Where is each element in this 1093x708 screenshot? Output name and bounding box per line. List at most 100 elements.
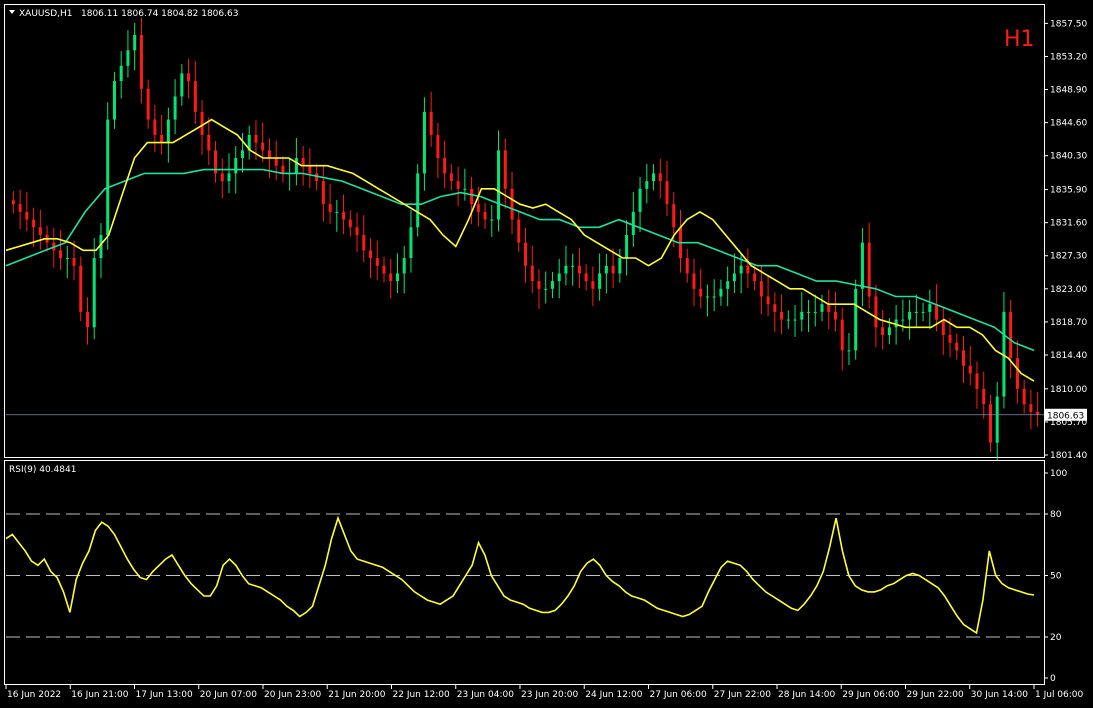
current-price-label: 1806.63 bbox=[1047, 411, 1084, 421]
candle-body bbox=[530, 265, 534, 282]
candle-body bbox=[173, 96, 177, 120]
candle-body bbox=[267, 150, 271, 159]
candle-body bbox=[59, 250, 63, 259]
candle-body bbox=[968, 365, 972, 374]
candle-body bbox=[988, 404, 992, 443]
candle-body bbox=[301, 158, 305, 166]
candle-body bbox=[962, 350, 966, 366]
candle-body bbox=[321, 181, 325, 205]
candle-body bbox=[18, 204, 22, 212]
candle-body bbox=[126, 50, 130, 66]
candle-body bbox=[436, 134, 440, 159]
candle-body bbox=[658, 173, 662, 182]
price-tick-label: 1835.90 bbox=[1050, 186, 1087, 196]
candle-body bbox=[591, 281, 595, 289]
candle-body bbox=[193, 81, 197, 112]
candle-body bbox=[25, 211, 29, 220]
candle-body bbox=[672, 204, 676, 228]
candle-body bbox=[112, 81, 116, 120]
candle-body bbox=[32, 219, 36, 228]
candle-body bbox=[389, 273, 393, 282]
candle-body bbox=[409, 227, 413, 259]
candle-body bbox=[200, 111, 204, 135]
candle-body bbox=[652, 173, 656, 182]
candle-body bbox=[753, 273, 757, 282]
candle-body bbox=[106, 119, 110, 235]
candle-body bbox=[941, 319, 945, 335]
candle-body bbox=[564, 265, 568, 274]
candle-body bbox=[766, 296, 770, 305]
candle-body bbox=[820, 304, 824, 312]
candle-body bbox=[685, 258, 689, 274]
candle-body bbox=[928, 304, 932, 312]
price-axis: 1857.50 1853.20 1848.90 1844.60 1840.30 1835.… bbox=[1044, 19, 1087, 461]
time-tick-label: 29 Jun 22:00 bbox=[907, 690, 964, 700]
trading-chart[interactable]: 1857.50 1853.20 1848.90 1844.60 1840.30 1835.… bbox=[0, 0, 1093, 708]
candle-body bbox=[571, 265, 575, 267]
candle-body bbox=[517, 219, 521, 243]
candle-body bbox=[732, 273, 736, 282]
candle-body bbox=[611, 265, 615, 274]
candle-body bbox=[456, 181, 460, 189]
time-tick-label: 1 Jul 06:00 bbox=[1035, 690, 1084, 700]
candle-body bbox=[914, 311, 918, 313]
candle-body bbox=[887, 327, 891, 335]
rsi-tick-label: 20 bbox=[1050, 633, 1062, 643]
candle-body bbox=[72, 258, 76, 266]
candle-body bbox=[550, 281, 554, 289]
candle-body bbox=[935, 304, 939, 320]
candle-body bbox=[800, 311, 804, 320]
candle-body bbox=[665, 181, 669, 205]
time-tick-label: 22 Jun 12:00 bbox=[393, 690, 450, 700]
candle-body bbox=[712, 296, 716, 298]
symbol-label: XAUUSD,H1 bbox=[19, 9, 73, 19]
time-tick-label: 23 Jun 04:00 bbox=[457, 690, 514, 700]
candle-body bbox=[746, 265, 750, 274]
price-tick-label: 1840.30 bbox=[1050, 152, 1087, 162]
candle-body bbox=[38, 227, 42, 235]
candle-body bbox=[416, 173, 420, 228]
candle-body bbox=[11, 200, 15, 205]
candle-body bbox=[315, 173, 319, 182]
candle-body bbox=[759, 281, 763, 297]
candle-body bbox=[780, 311, 784, 320]
candle-body bbox=[207, 134, 211, 151]
price-tick-label: 1844.60 bbox=[1050, 119, 1087, 129]
candle-body bbox=[402, 258, 406, 274]
rsi-tick-label: 80 bbox=[1050, 510, 1062, 520]
price-tick-label: 1823.00 bbox=[1050, 285, 1087, 295]
candle-body bbox=[908, 311, 912, 320]
candle-body bbox=[982, 388, 986, 405]
candle-body bbox=[692, 273, 696, 289]
candle-body bbox=[483, 211, 487, 220]
candle-body bbox=[975, 373, 979, 389]
candle-body bbox=[227, 173, 231, 182]
time-tick-label: 21 Jun 20:00 bbox=[328, 690, 385, 700]
candle-body bbox=[537, 281, 541, 289]
candle-body bbox=[274, 158, 278, 166]
candle-body bbox=[638, 188, 642, 212]
candle-body bbox=[726, 281, 730, 289]
candle-body bbox=[598, 273, 602, 289]
time-tick-label: 20 Jun 07:00 bbox=[200, 690, 257, 700]
candle-body bbox=[429, 111, 433, 135]
candle-body bbox=[510, 188, 514, 220]
rsi-panel-frame bbox=[4, 460, 1045, 685]
candle-body bbox=[220, 173, 224, 182]
time-tick-label: 27 Jun 22:00 bbox=[714, 690, 771, 700]
candle-body bbox=[524, 242, 527, 266]
candle-body bbox=[955, 342, 959, 351]
candle-body bbox=[490, 219, 494, 221]
candle-body bbox=[160, 134, 164, 143]
candle-body bbox=[1022, 388, 1026, 405]
candle-body bbox=[604, 265, 608, 274]
candle-body bbox=[382, 265, 386, 274]
candle-body bbox=[355, 227, 359, 235]
price-tick-label: 1853.20 bbox=[1050, 52, 1087, 62]
price-tick-label: 1818.70 bbox=[1050, 318, 1087, 328]
candle-body bbox=[166, 119, 170, 143]
candle-body bbox=[544, 288, 548, 290]
time-axis: 16 Jun 2022 16 Jun 21:00 17 Jun 13:00 20 Ju… bbox=[5, 685, 1084, 700]
candle-body bbox=[901, 319, 905, 321]
price-tick-label: 1848.90 bbox=[1050, 86, 1087, 96]
